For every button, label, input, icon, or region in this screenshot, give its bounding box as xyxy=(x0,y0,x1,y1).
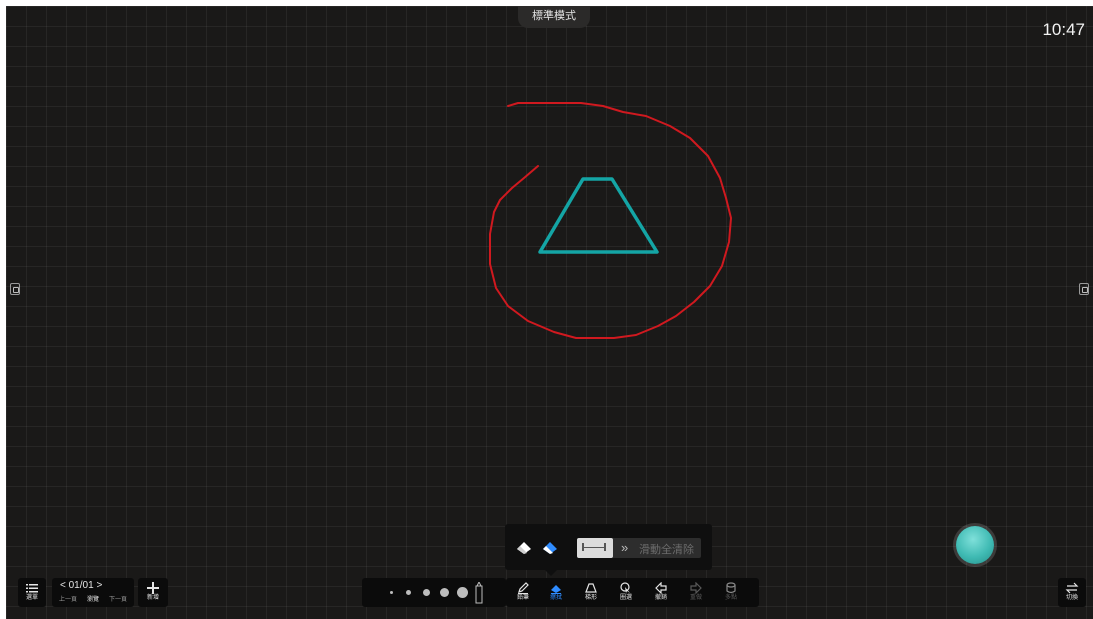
pen-size-dot-3[interactable] xyxy=(423,589,430,596)
floating-action-ball[interactable] xyxy=(956,526,994,564)
next-page-button[interactable]: 下一頁 xyxy=(109,594,127,603)
tool-bar: 鉛筆 擦拭 梯形 圈選 撤銷 重做 多點 xyxy=(506,578,759,607)
list-menu-icon xyxy=(26,584,38,593)
undo-button[interactable]: 撤銷 xyxy=(646,578,676,607)
add-page-button[interactable]: 新增 xyxy=(138,578,168,607)
menu-label: 選單 xyxy=(25,595,38,601)
page-indicator: 01/01 xyxy=(68,580,94,591)
undo-label: 撤銷 xyxy=(654,595,667,601)
next-page-chevron-icon[interactable]: > xyxy=(96,580,102,591)
redo-button[interactable]: 重做 xyxy=(681,578,711,607)
trapezoid-icon xyxy=(585,583,597,593)
slide-arrows-icon: » xyxy=(621,540,629,555)
pencil-tool-button[interactable]: 鉛筆 xyxy=(508,578,538,607)
eraser-white-icon[interactable] xyxy=(515,538,533,556)
prev-page-button[interactable]: 上一頁 xyxy=(59,594,77,603)
pen-size-dot-4[interactable] xyxy=(440,588,449,597)
page-navigator: < 01/01 > 上一頁 瀏覽 下一頁 xyxy=(52,578,134,607)
eraser-options-popup: » 滑動全清除 xyxy=(505,524,712,576)
redo-label: 重做 xyxy=(689,595,702,601)
multi-touch-button[interactable]: 多點 xyxy=(716,578,746,607)
lasso-select-button[interactable]: 圈選 xyxy=(611,578,641,607)
pencil-tool-label: 鉛筆 xyxy=(516,595,529,601)
trapezoid-tool-label: 梯形 xyxy=(584,595,597,601)
pen-size-dot-1[interactable] xyxy=(390,591,393,594)
prev-page-chevron-icon[interactable]: < xyxy=(60,580,66,591)
switch-button[interactable]: 切換 xyxy=(1058,578,1086,607)
red-ink-stroke xyxy=(489,102,732,339)
slide-to-clear-label: 滑動全清除 xyxy=(639,544,694,556)
eraser-icon xyxy=(551,585,561,594)
pencil-icon xyxy=(518,582,529,594)
eraser-blue-icon[interactable] xyxy=(541,538,559,556)
pen-size-selector xyxy=(362,578,506,607)
switch-label: 切換 xyxy=(1065,595,1078,601)
page-indicator-row: < 01/01 > xyxy=(60,580,102,591)
pen-size-dot-2[interactable] xyxy=(406,590,411,595)
multi-touch-icon xyxy=(726,582,736,594)
highlighter-icon[interactable] xyxy=(474,582,484,604)
slide-to-clear-knob[interactable] xyxy=(577,538,613,558)
plus-icon xyxy=(147,582,159,594)
lasso-icon xyxy=(620,582,630,593)
multi-touch-label: 多點 xyxy=(724,595,737,601)
teal-trapezoid-shape xyxy=(538,177,659,254)
redo-icon xyxy=(690,582,702,594)
undo-icon xyxy=(655,582,667,594)
add-page-label: 新增 xyxy=(146,595,159,601)
slide-to-clear-track[interactable]: » 滑動全清除 xyxy=(577,538,701,558)
eraser-tool-button[interactable]: 擦拭 xyxy=(541,578,571,607)
menu-button[interactable]: 選單 xyxy=(18,578,46,607)
browse-pages-button[interactable]: 瀏覽 xyxy=(87,594,99,603)
whiteboard-canvas[interactable]: 標準模式 10:47 ⋮ » 滑動全清除 選單 < 01/01 > 上一頁 瀏覽… xyxy=(6,6,1093,619)
pen-size-dot-5[interactable] xyxy=(457,587,468,598)
lasso-tool-label: 圈選 xyxy=(619,595,632,601)
trapezoid-tool-button[interactable]: 梯形 xyxy=(576,578,606,607)
switch-icon xyxy=(1065,582,1079,594)
eraser-tool-label: 擦拭 xyxy=(549,595,562,601)
